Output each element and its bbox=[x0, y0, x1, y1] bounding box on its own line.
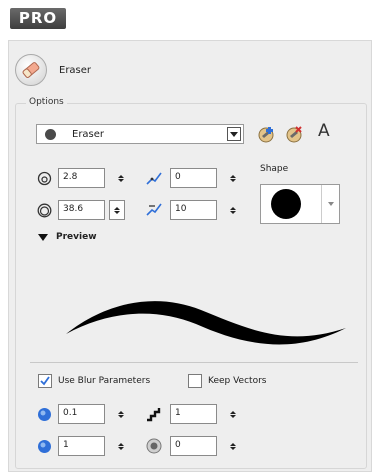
smoothness-icon bbox=[146, 170, 162, 186]
opacity-setting-row: 0 bbox=[146, 436, 239, 456]
blur-radius-input[interactable]: 1 bbox=[58, 436, 105, 456]
smoothness-stepper[interactable] bbox=[227, 169, 239, 187]
min-size-icon bbox=[36, 170, 52, 186]
eraser-icon bbox=[15, 54, 47, 86]
blur-stepper[interactable] bbox=[115, 405, 127, 423]
thickness-stability-icon bbox=[146, 202, 162, 218]
vector-smoothness-stepper[interactable] bbox=[227, 405, 239, 423]
pro-badge: PRO bbox=[10, 8, 66, 29]
rename-preset-button[interactable]: A bbox=[318, 121, 330, 141]
shape-label: Shape bbox=[260, 164, 289, 174]
smoothness-row: 0 bbox=[146, 168, 239, 188]
new-preset-icon bbox=[258, 127, 274, 143]
min-size-stepper[interactable] bbox=[115, 169, 127, 187]
tool-title: Eraser bbox=[59, 64, 92, 76]
max-size-stepper[interactable] bbox=[109, 200, 125, 220]
vector-smoothness-row: 1 bbox=[146, 404, 239, 424]
opacity-setting-stepper[interactable] bbox=[227, 437, 239, 455]
min-size-row: 2.8 bbox=[36, 168, 127, 188]
min-size-input[interactable]: 2.8 bbox=[58, 168, 105, 188]
options-group: Options Eraser A 2.8 0 Shape 38.6 10 Pre… bbox=[15, 97, 367, 469]
thickness-stability-stepper[interactable] bbox=[227, 201, 239, 219]
vector-smoothness-input[interactable]: 1 bbox=[170, 404, 217, 424]
preset-name: Eraser bbox=[72, 128, 105, 140]
opacity-setting-input[interactable]: 0 bbox=[170, 436, 217, 456]
blur-row: 0.1 bbox=[36, 404, 127, 424]
use-blur-parameters-row: Use Blur Parameters bbox=[38, 374, 150, 388]
preset-select[interactable]: Eraser bbox=[36, 124, 244, 144]
blur-radius-stepper[interactable] bbox=[115, 437, 127, 455]
round-brush-dot-icon bbox=[45, 128, 56, 140]
preview-label: Preview bbox=[56, 232, 97, 242]
delete-preset-button[interactable] bbox=[282, 123, 306, 145]
staircase-icon bbox=[146, 406, 162, 422]
smoothness-input[interactable]: 0 bbox=[170, 168, 217, 188]
blur-icon bbox=[36, 406, 52, 422]
tool-header: Eraser bbox=[15, 53, 91, 87]
thickness-stability-row: 10 bbox=[146, 200, 239, 220]
keep-vectors-label: Keep Vectors bbox=[208, 376, 267, 386]
triangle-down-icon bbox=[38, 233, 48, 241]
chevron-down-icon[interactable] bbox=[321, 185, 339, 223]
thickness-stability-input[interactable]: 10 bbox=[170, 200, 217, 220]
new-preset-button[interactable] bbox=[254, 123, 278, 145]
blur-input[interactable]: 0.1 bbox=[58, 404, 105, 424]
round-tip-icon bbox=[271, 189, 301, 219]
max-size-row: 38.6 bbox=[36, 200, 125, 220]
options-label: Options bbox=[26, 97, 67, 107]
divider bbox=[30, 362, 358, 363]
keep-vectors-row: Keep Vectors bbox=[188, 374, 266, 388]
preview-toggle[interactable]: Preview bbox=[38, 232, 97, 242]
checkmark-icon bbox=[40, 376, 50, 386]
max-size-icon bbox=[36, 202, 52, 218]
use-blur-parameters-label: Use Blur Parameters bbox=[58, 376, 151, 386]
chevron-down-icon[interactable] bbox=[227, 127, 241, 141]
target-icon bbox=[146, 438, 162, 454]
blur-radius-row: 1 bbox=[36, 436, 127, 456]
shape-picker[interactable] bbox=[260, 184, 340, 224]
max-size-input[interactable]: 38.6 bbox=[58, 200, 105, 220]
delete-preset-icon bbox=[286, 126, 302, 143]
stroke-preview bbox=[66, 301, 346, 345]
keep-vectors-checkbox[interactable] bbox=[188, 374, 202, 388]
use-blur-parameters-checkbox[interactable] bbox=[38, 374, 52, 388]
tool-properties-panel: Eraser Options Eraser A 2.8 0 Shape 38.6… bbox=[8, 40, 372, 472]
blur-radius-icon bbox=[36, 438, 52, 454]
